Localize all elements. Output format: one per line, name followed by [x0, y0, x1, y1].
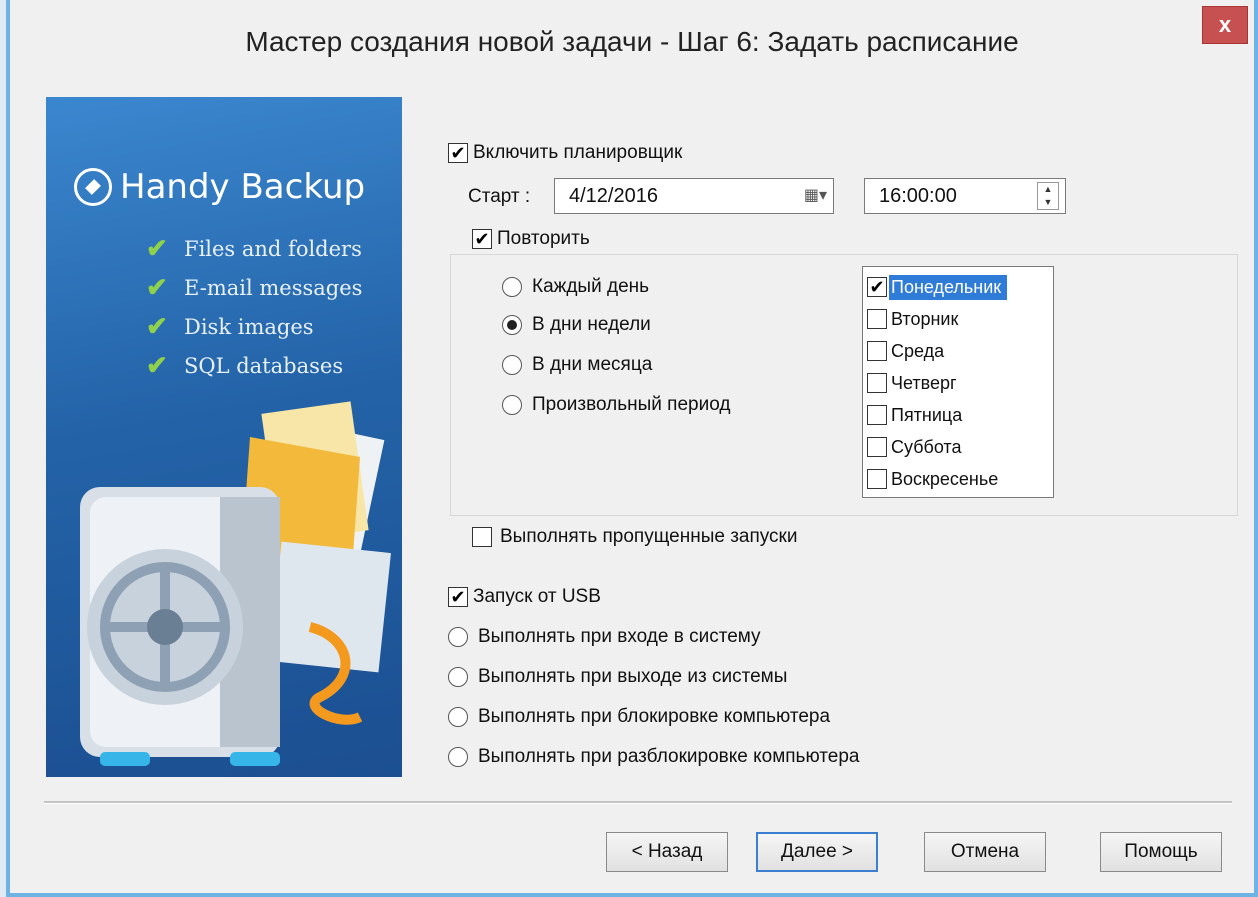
- trigger-logon[interactable]: Выполнять при входе в систему: [448, 626, 761, 648]
- day-checkbox[interactable]: [867, 341, 887, 361]
- checkmark-icon: ✔: [146, 311, 168, 342]
- usb-trigger-label: Запуск от USB: [473, 586, 601, 607]
- product-banner: Handy Backup ✔ Files and folders ✔ E-mail …: [46, 97, 402, 777]
- day-checkbox[interactable]: [867, 405, 887, 425]
- start-date-value: 4/12/2016: [569, 184, 658, 207]
- radio-every-day[interactable]: [502, 277, 522, 297]
- weekday-listbox[interactable]: ✔ Понедельник Вторник Среда Четверг Пятни…: [862, 266, 1054, 498]
- radio-lock[interactable]: [448, 707, 468, 727]
- repeat-row[interactable]: ✔ Повторить: [472, 228, 590, 250]
- close-icon: x: [1218, 12, 1232, 37]
- checkmark-icon: ✔: [146, 350, 168, 381]
- trigger-lock[interactable]: Выполнять при блокировке компьютера: [448, 706, 830, 728]
- checkmark-icon: ✔: [146, 272, 168, 303]
- start-time-field[interactable]: 16:00:00 ▲ ▼: [864, 178, 1066, 214]
- radio-unlock[interactable]: [448, 747, 468, 767]
- feature-item: ✔ E-mail messages: [146, 272, 363, 303]
- next-button[interactable]: Далее >: [756, 832, 878, 872]
- mode-weekdays[interactable]: В дни недели: [502, 314, 651, 336]
- day-checkbox[interactable]: [867, 309, 887, 329]
- trigger-logoff[interactable]: Выполнять при выходе из системы: [448, 666, 787, 688]
- enable-scheduler-checkbox[interactable]: ✔: [448, 143, 468, 163]
- start-time-value: 16:00:00: [879, 184, 957, 207]
- mode-month-days[interactable]: В дни месяца: [502, 354, 652, 376]
- back-button[interactable]: < Назад: [606, 832, 728, 872]
- calendar-dropdown-icon[interactable]: ▦▾: [804, 185, 827, 205]
- radio-weekdays[interactable]: [502, 315, 522, 335]
- day-item-wednesday[interactable]: Среда: [867, 335, 1049, 367]
- start-date-picker[interactable]: 4/12/2016 ▦▾: [554, 178, 834, 214]
- brand-name: Handy Backup: [120, 167, 366, 207]
- usb-trigger-row[interactable]: ✔ Запуск от USB: [448, 586, 601, 608]
- feature-item: ✔ Disk images: [146, 311, 314, 342]
- title-bar: Мастер создания новой задачи - Шаг 6: За…: [10, 0, 1254, 92]
- day-item-tuesday[interactable]: Вторник: [867, 303, 1049, 335]
- day-item-saturday[interactable]: Суббота: [867, 431, 1049, 463]
- day-item-thursday[interactable]: Четверг: [867, 367, 1049, 399]
- brand-logo: Handy Backup: [74, 167, 365, 207]
- repeat-checkbox[interactable]: ✔: [472, 229, 492, 249]
- logo-icon: [74, 168, 112, 206]
- radio-logon[interactable]: [448, 627, 468, 647]
- enable-scheduler-row[interactable]: ✔ Включить планировщик: [448, 142, 682, 164]
- close-button[interactable]: x: [1202, 6, 1248, 44]
- repeat-label: Повторить: [497, 228, 590, 249]
- missed-runs-row[interactable]: Выполнять пропущенные запуски: [472, 526, 797, 548]
- day-item-friday[interactable]: Пятница: [867, 399, 1049, 431]
- wizard-window: Мастер создания новой задачи - Шаг 6: За…: [6, 0, 1258, 897]
- safe-illustration: [80, 401, 391, 766]
- enable-scheduler-label: Включить планировщик: [473, 142, 683, 163]
- day-checkbox[interactable]: [867, 373, 887, 393]
- feature-item: ✔ SQL databases: [146, 350, 344, 381]
- day-checkbox[interactable]: [867, 437, 887, 457]
- day-item-sunday[interactable]: Воскресенье: [867, 463, 1049, 495]
- checkmark-icon: ✔: [146, 233, 168, 264]
- footer-separator: [44, 801, 1232, 804]
- radio-month-days[interactable]: [502, 355, 522, 375]
- day-checkbox[interactable]: ✔: [867, 277, 887, 297]
- day-item-monday[interactable]: ✔ Понедельник: [867, 271, 1049, 303]
- feature-list: ✔ Files and folders ✔ E-mail messages ✔ Dis…: [146, 229, 362, 385]
- missed-runs-label: Выполнять пропущенные запуски: [500, 526, 798, 547]
- usb-trigger-checkbox[interactable]: ✔: [448, 587, 468, 607]
- trigger-unlock[interactable]: Выполнять при разблокировке компьютера: [448, 746, 859, 768]
- feature-item: ✔ Files and folders: [146, 233, 362, 264]
- day-checkbox[interactable]: [867, 469, 887, 489]
- radio-custom-period[interactable]: [502, 395, 522, 415]
- mode-every-day[interactable]: Каждый день: [502, 276, 649, 298]
- time-spinner[interactable]: ▲ ▼: [1037, 182, 1059, 210]
- missed-runs-checkbox[interactable]: [472, 527, 492, 547]
- cancel-button[interactable]: Отмена: [924, 832, 1046, 872]
- window-title: Мастер создания новой задачи - Шаг 6: За…: [245, 26, 1019, 57]
- mode-custom-period[interactable]: Произвольный период: [502, 394, 730, 416]
- help-button[interactable]: Помощь: [1100, 832, 1222, 872]
- start-label: Старт :: [468, 186, 531, 207]
- radio-logoff[interactable]: [448, 667, 468, 687]
